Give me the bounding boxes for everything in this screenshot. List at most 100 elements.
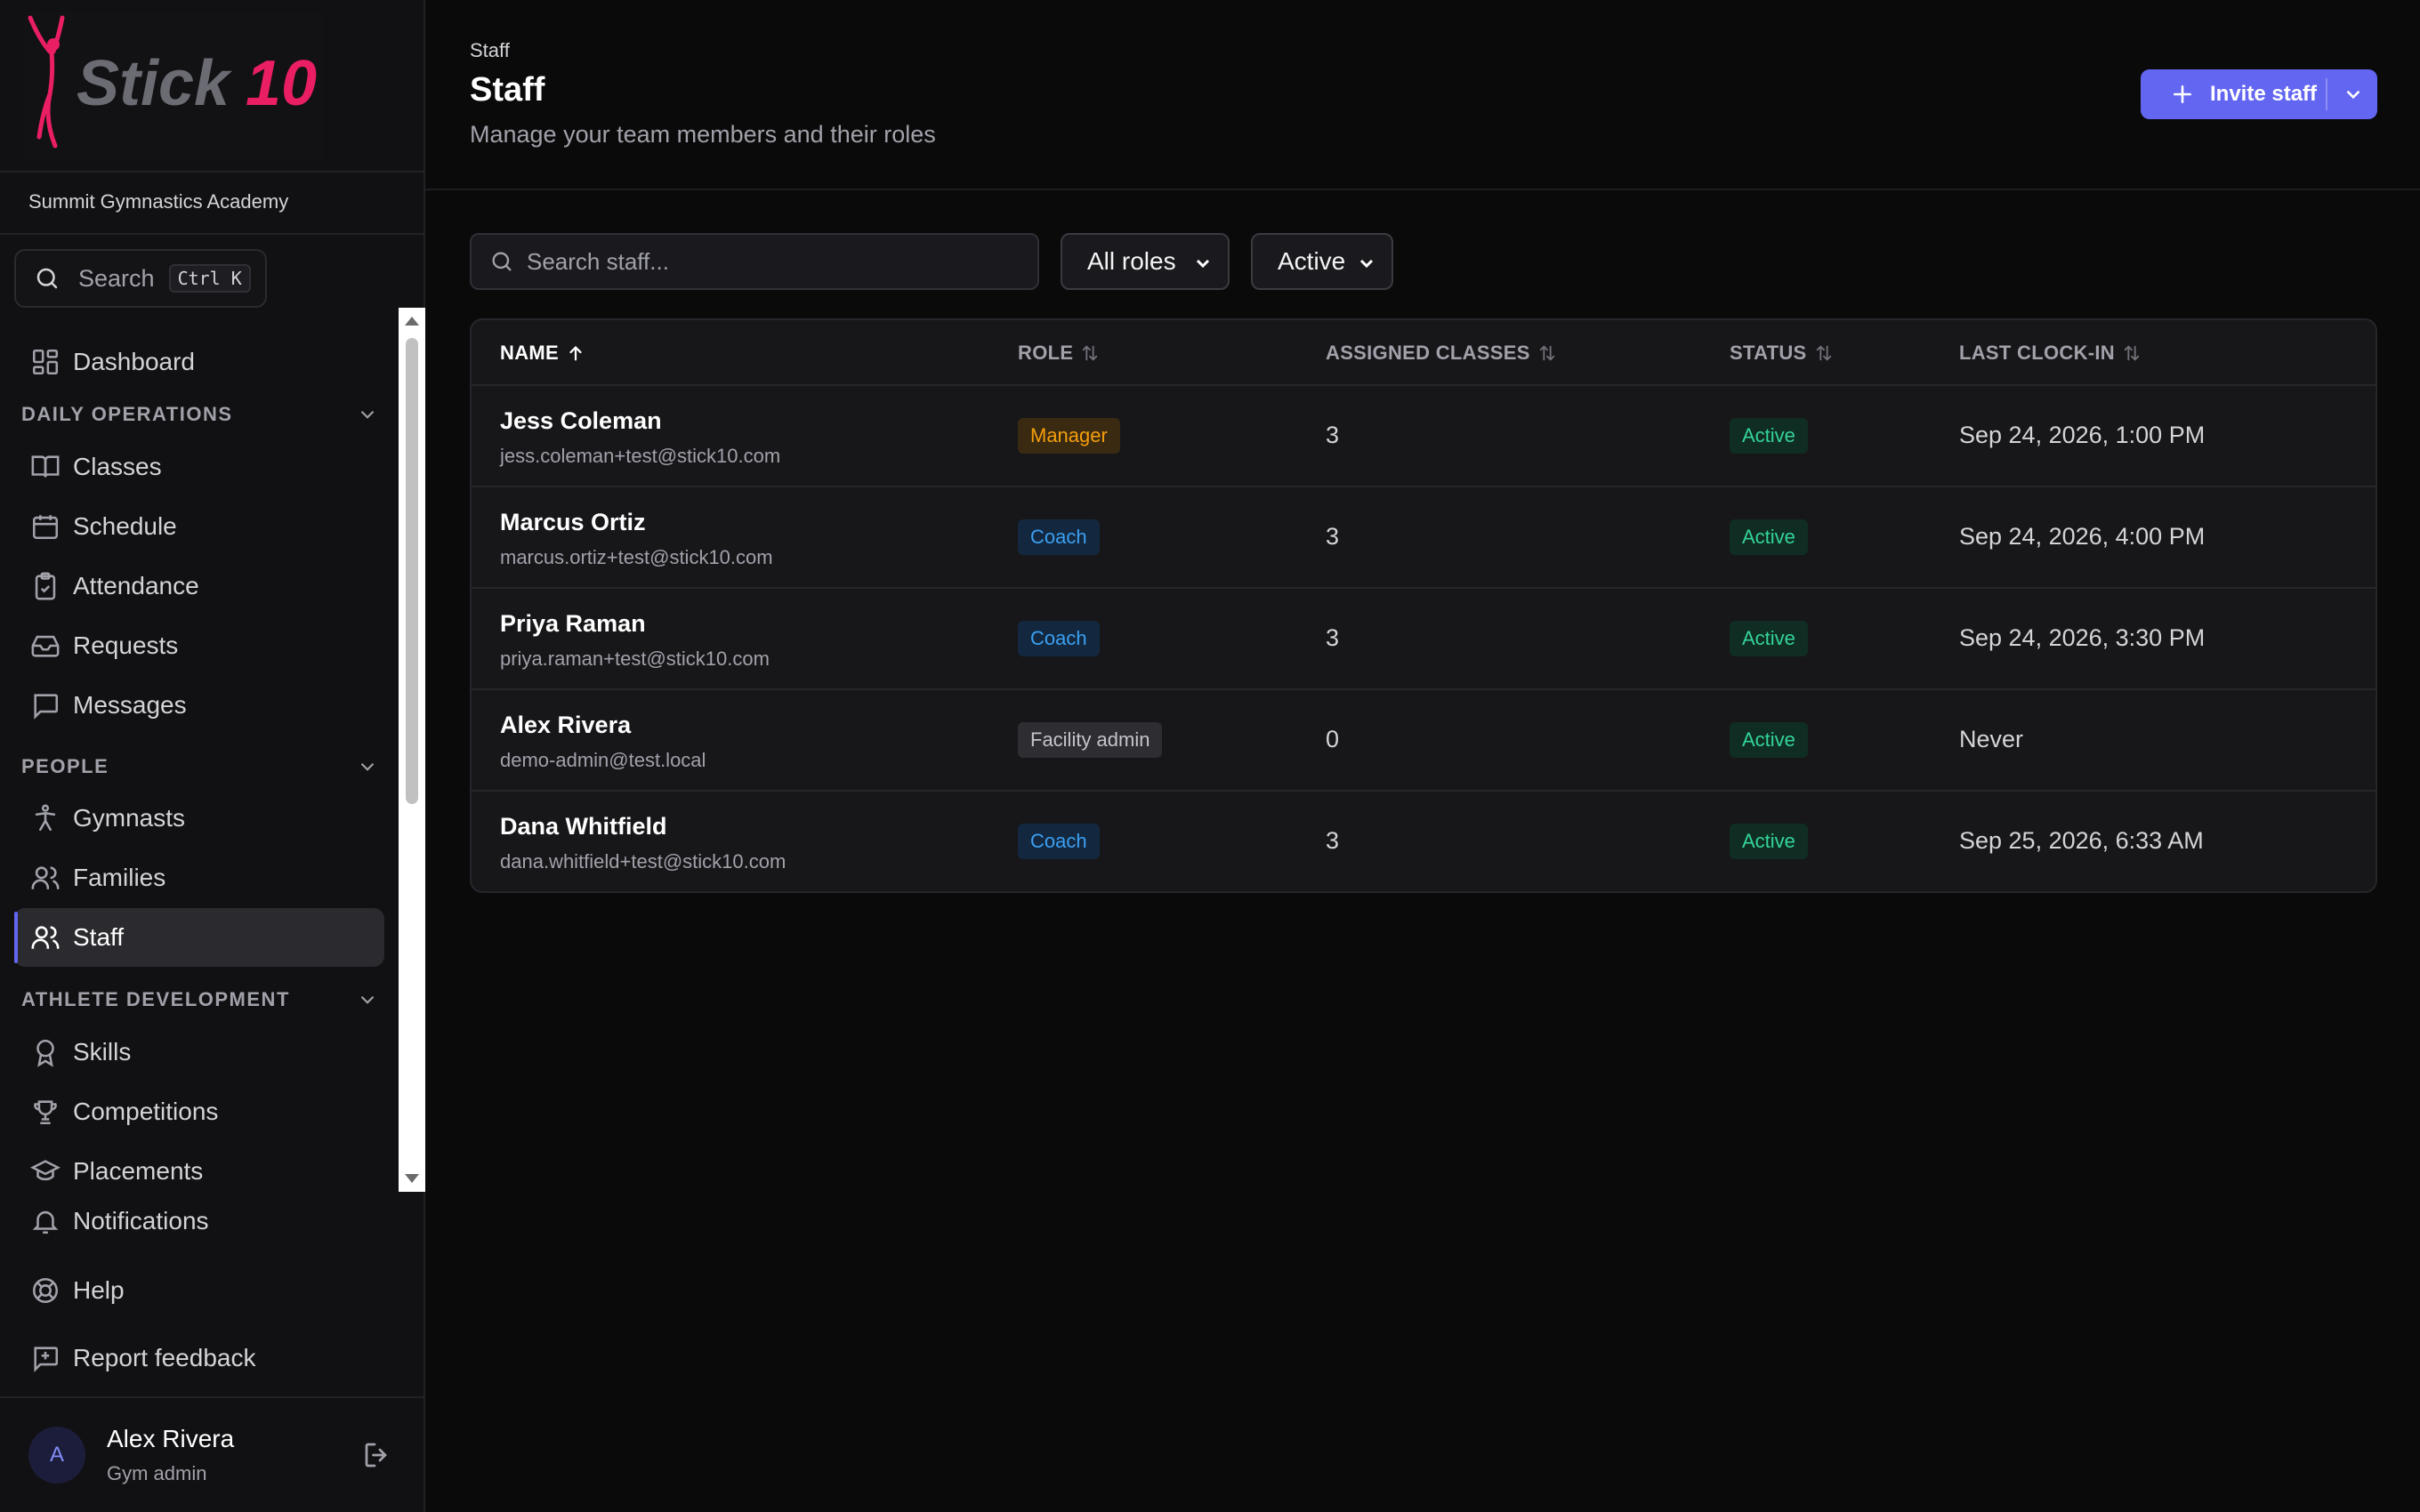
table-row[interactable]: Marcus Ortiz marcus.ortiz+test@stick10.c… bbox=[472, 487, 2376, 589]
staff-search-input[interactable] bbox=[527, 247, 1025, 276]
staff-email: marcus.ortiz+test@stick10.com bbox=[500, 546, 773, 568]
staff-name[interactable]: Priya Raman bbox=[500, 610, 646, 638]
section-daily-operations[interactable]: DAILY OPERATIONS bbox=[21, 397, 379, 432]
sidebar-item-label: Schedule bbox=[73, 512, 177, 540]
section-athlete-development[interactable]: ATHLETE DEVELOPMENT bbox=[21, 982, 379, 1017]
stick10-logo[interactable]: Stick 10 bbox=[23, 12, 324, 162]
staff-email: dana.whitfield+test@stick10.com bbox=[500, 850, 786, 873]
table-row[interactable]: Alex Rivera demo-admin@test.local Facili… bbox=[472, 690, 2376, 792]
chevron-down-icon bbox=[360, 995, 375, 1004]
column-label: ROLE bbox=[1018, 342, 1074, 364]
brand-logo-text-stick: Stick bbox=[77, 48, 233, 119]
sidebar-item-attendance[interactable]: Attendance bbox=[14, 557, 384, 615]
assigned-classes-count: 3 bbox=[1326, 827, 1340, 854]
column-header-name[interactable]: NAME bbox=[500, 342, 585, 365]
staff-name[interactable]: Jess Coleman bbox=[500, 407, 662, 435]
staff-name[interactable]: Marcus Ortiz bbox=[500, 509, 646, 536]
sidebar-item-label: Dashboard bbox=[73, 348, 195, 375]
staff-name[interactable]: Alex Rivera bbox=[500, 712, 631, 739]
assigned-classes-count: 3 bbox=[1326, 422, 1340, 448]
calendar-icon bbox=[32, 515, 59, 540]
sidebar-item-label: Requests bbox=[73, 631, 179, 659]
logout-icon[interactable] bbox=[361, 1439, 393, 1471]
book-icon bbox=[31, 455, 60, 478]
users-icon bbox=[31, 866, 60, 889]
staff-email: priya.raman+test@stick10.com bbox=[500, 647, 770, 670]
bell-icon bbox=[32, 1210, 59, 1235]
table-row[interactable]: Jess Coleman jess.coleman+test@stick10.c… bbox=[472, 386, 2376, 487]
column-header-status[interactable]: STATUS bbox=[1730, 342, 1834, 365]
sidebar-item-report-feedback[interactable]: Report feedback bbox=[14, 1329, 384, 1387]
invite-staff-button[interactable]: Invite staff bbox=[2141, 69, 2377, 119]
status-filter-select[interactable]: Active bbox=[1251, 233, 1393, 290]
section-title: DAILY OPERATIONS bbox=[21, 403, 233, 425]
inbox-icon bbox=[31, 635, 60, 657]
column-header-assigned-classes[interactable]: ASSIGNED CLASSES bbox=[1326, 342, 1557, 365]
last-clock-in: Sep 24, 2026, 4:00 PM bbox=[1959, 523, 2206, 550]
chevron-down-icon[interactable] bbox=[2342, 83, 2365, 106]
status-badge: Active bbox=[1730, 824, 1808, 859]
status-badge: Active bbox=[1730, 621, 1808, 656]
sidebar-item-notifications[interactable]: Notifications bbox=[14, 1192, 384, 1251]
sidebar-item-label: Messages bbox=[73, 691, 187, 719]
sidebar-item-label: Skills bbox=[73, 1038, 132, 1066]
dashboard-icon bbox=[32, 349, 59, 375]
graduation-cap-icon bbox=[30, 1160, 60, 1181]
sidebar-item-skills[interactable]: Skills bbox=[14, 1023, 384, 1082]
sidebar-item-label: Notifications bbox=[73, 1207, 209, 1235]
chevron-down-icon bbox=[360, 762, 375, 771]
lifebuoy-icon bbox=[32, 1277, 59, 1304]
column-header-role[interactable]: ROLE bbox=[1018, 342, 1100, 365]
person-running-icon bbox=[35, 804, 56, 832]
last-clock-in: Never bbox=[1959, 726, 2024, 752]
staff-name[interactable]: Dana Whitfield bbox=[500, 813, 667, 840]
sidebar-item-label: Gymnasts bbox=[73, 804, 186, 832]
user-role: Gym admin bbox=[107, 1462, 207, 1484]
global-search-button[interactable]: Search Ctrl K bbox=[14, 249, 267, 308]
sidebar-scrollbar[interactable] bbox=[399, 308, 425, 1192]
table-row[interactable]: Dana Whitfield dana.whitfield+test@stick… bbox=[472, 792, 2376, 891]
sidebar-item-schedule[interactable]: Schedule bbox=[14, 497, 384, 556]
sidebar-item-classes[interactable]: Classes bbox=[14, 438, 384, 496]
sort-icon bbox=[2124, 345, 2140, 361]
sort-icon bbox=[1539, 345, 1554, 361]
sidebar-item-families[interactable]: Families bbox=[14, 848, 384, 907]
column-label: NAME bbox=[500, 342, 559, 364]
role-filter-select[interactable]: All roles bbox=[1061, 233, 1230, 290]
sidebar-item-dashboard[interactable]: Dashboard bbox=[14, 333, 384, 391]
sidebar-item-messages[interactable]: Messages bbox=[14, 676, 384, 735]
scroll-up-arrow[interactable] bbox=[405, 317, 419, 326]
sidebar-item-staff[interactable]: Staff bbox=[14, 908, 384, 967]
sidebar-item-requests[interactable]: Requests bbox=[14, 616, 384, 675]
avatar[interactable]: A bbox=[28, 1427, 85, 1484]
sidebar-item-competitions[interactable]: Competitions bbox=[14, 1082, 384, 1141]
assigned-classes-count: 3 bbox=[1326, 624, 1340, 651]
last-clock-in: Sep 24, 2026, 3:30 PM bbox=[1959, 624, 2206, 651]
assigned-classes-count: 0 bbox=[1326, 726, 1340, 752]
table-row[interactable]: Priya Raman priya.raman+test@stick10.com… bbox=[472, 589, 2376, 690]
sidebar-item-label: Competitions bbox=[73, 1098, 219, 1125]
search-label: Search bbox=[78, 264, 155, 292]
staff-search-field[interactable] bbox=[470, 233, 1039, 290]
sidebar-item-placements[interactable]: Placements bbox=[14, 1142, 384, 1188]
message-icon bbox=[34, 694, 59, 720]
column-header-last-clock-in[interactable]: LAST CLOCK-IN bbox=[1959, 342, 2142, 365]
sidebar-item-help[interactable]: Help bbox=[14, 1261, 384, 1320]
sidebar-item-label: Help bbox=[73, 1276, 125, 1304]
brand-logo-text-10: 10 bbox=[246, 48, 317, 119]
sidebar-item-label: Classes bbox=[73, 453, 162, 480]
column-label: ASSIGNED CLASSES bbox=[1326, 342, 1530, 364]
scroll-thumb[interactable] bbox=[406, 338, 418, 804]
sidebar-item-gymnasts[interactable]: Gymnasts bbox=[14, 789, 384, 848]
arrow-up-icon bbox=[569, 346, 582, 361]
search-icon bbox=[492, 252, 512, 271]
section-people[interactable]: PEOPLE bbox=[21, 749, 379, 784]
role-badge: Manager bbox=[1018, 418, 1120, 454]
award-icon bbox=[36, 1039, 54, 1067]
scroll-down-arrow[interactable] bbox=[405, 1174, 419, 1183]
staff-email: demo-admin@test.local bbox=[500, 749, 706, 771]
sidebar-item-label: Report feedback bbox=[73, 1344, 256, 1371]
role-filter-value: All roles bbox=[1087, 247, 1176, 275]
user-name: Alex Rivera bbox=[107, 1425, 235, 1452]
breadcrumb[interactable]: Staff bbox=[470, 39, 510, 62]
